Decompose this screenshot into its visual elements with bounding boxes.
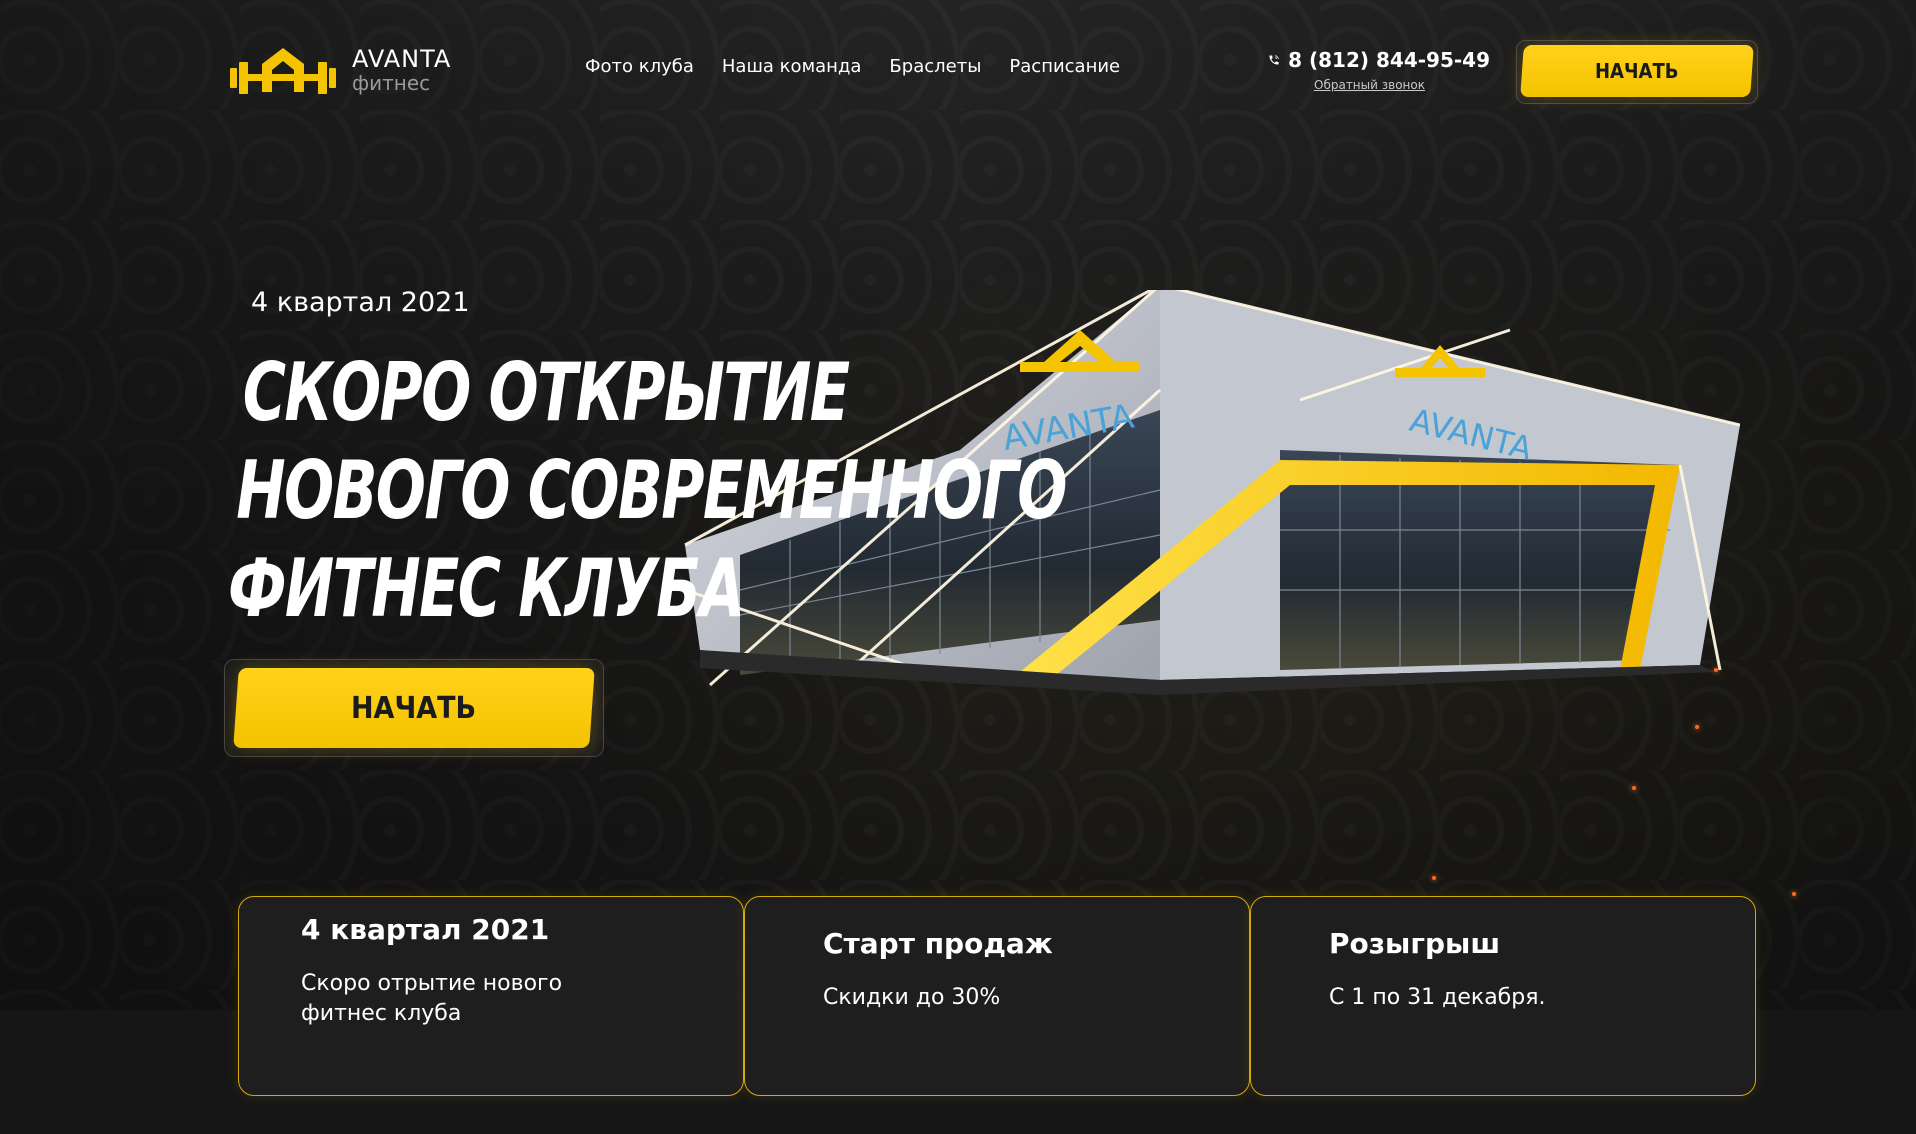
hero-title-line-3: ФИТНЕС КЛУБА: [228, 542, 745, 635]
info-card-text: Скоро отрытие нового фитнес клуба: [301, 971, 563, 1026]
phone-icon: [1269, 55, 1279, 65]
info-card-text: С 1 по 31 декабря.: [1329, 985, 1546, 1010]
nav-item-our-team[interactable]: Наша команда: [722, 56, 862, 77]
info-card-sales-start: Старт продаж Скидки до 30%: [744, 896, 1250, 1096]
logo-dumbbell-house-icon: [230, 48, 336, 94]
spark-decoration: [1714, 668, 1718, 672]
hero-start-button[interactable]: НАЧАТЬ: [233, 668, 595, 748]
info-card-opening: 4 квартал 2021 Скоро отрытие нового фитн…: [238, 896, 744, 1096]
hero-start-button-label: НАЧАТЬ: [351, 690, 477, 726]
hero-title: СКОРО ОТКРЫТИЕ НОВОГО СОВРЕМЕННОГО ФИТНЕ…: [228, 344, 1067, 638]
spark-decoration: [1695, 725, 1699, 729]
nav-item-schedule[interactable]: Расписание: [1009, 56, 1120, 77]
logo[interactable]: AVANTA фитнес: [228, 42, 488, 98]
logo-title: AVANTA: [352, 45, 452, 73]
info-card-title: Розыгрыш: [1329, 927, 1501, 960]
phone-number[interactable]: 8 (812) 844-95-49: [1288, 48, 1490, 72]
info-card-title: 4 квартал 2021: [301, 913, 550, 946]
main-nav: Фото клуба Наша команда Браслеты Расписа…: [585, 56, 1120, 77]
hero-date: 4 квартал 2021: [251, 287, 470, 318]
info-card-text: Скидки до 30%: [823, 985, 1001, 1010]
info-cards: 4 квартал 2021 Скоро отрытие нового фитн…: [238, 896, 1756, 1096]
hero-title-line-2: НОВОГО СОВРЕМЕННОГО: [236, 444, 1067, 537]
logo-subtitle: фитнес: [352, 71, 431, 95]
nav-item-bracelets[interactable]: Браслеты: [889, 56, 981, 77]
callback-link[interactable]: Обратный звонок: [1314, 78, 1490, 92]
spark-decoration: [1792, 892, 1796, 896]
header-start-button[interactable]: НАЧАТЬ: [1520, 45, 1754, 97]
info-card-giveaway: Розыгрыш С 1 по 31 декабря.: [1250, 896, 1756, 1096]
contact-block: 8 (812) 844-95-49 Обратный звонок: [1268, 48, 1490, 98]
header-start-button-label: НАЧАТЬ: [1595, 59, 1679, 83]
spark-decoration: [1632, 786, 1636, 790]
nav-item-club-photos[interactable]: Фото клуба: [585, 56, 694, 77]
hero-title-line-1: СКОРО ОТКРЫТИЕ: [242, 346, 850, 439]
spark-decoration: [1432, 876, 1436, 880]
info-card-title: Старт продаж: [823, 927, 1053, 960]
